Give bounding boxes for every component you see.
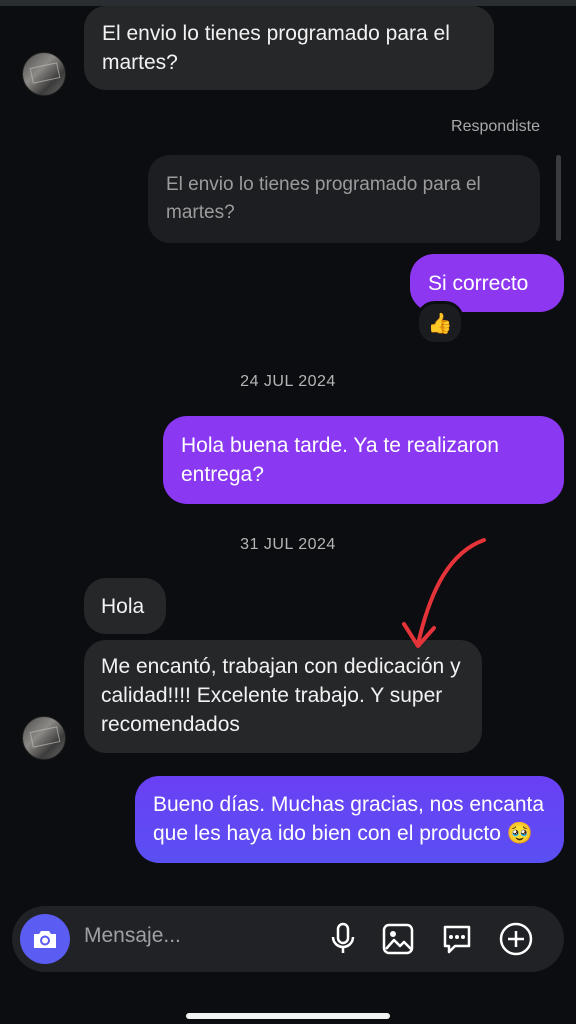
outgoing-message[interactable]: Bueno días. Muchas gracias, nos encanta …: [135, 776, 564, 863]
incoming-message[interactable]: El envio lo tienes programado para el ma…: [84, 6, 494, 90]
contact-avatar[interactable]: [22, 52, 66, 96]
outgoing-message[interactable]: Hola buena tarde. Ya te realizaron entre…: [163, 416, 564, 504]
thumbs-up-icon: 👍: [427, 312, 453, 335]
incoming-message[interactable]: Hola: [84, 578, 166, 634]
replied-label: Respondiste: [451, 118, 540, 135]
annotation-arrow: [402, 538, 486, 648]
gallery-button[interactable]: [381, 922, 415, 956]
thumbs-up-reaction[interactable]: 👍: [416, 301, 464, 345]
gallery-icon: [382, 923, 414, 955]
quoted-message[interactable]: El envio lo tienes programado para el ma…: [148, 155, 540, 243]
sticker-icon: [443, 925, 471, 954]
message-input[interactable]: Mensaje...: [84, 924, 181, 948]
home-indicator[interactable]: [186, 1013, 390, 1019]
plus-button[interactable]: [499, 922, 533, 956]
microphone-button[interactable]: [326, 922, 360, 956]
sticker-button[interactable]: [440, 922, 474, 956]
contact-avatar[interactable]: [22, 716, 66, 760]
message-text: Hola buena tarde. Ya te realizaron entre…: [181, 434, 499, 486]
reply-indicator-bar: [556, 155, 561, 241]
camera-button[interactable]: [20, 914, 70, 964]
message-text: Hola: [101, 595, 145, 618]
message-text: Me encantó, trabajan con dedicación y ca…: [101, 655, 461, 736]
date-separator: 24 JUL 2024: [240, 373, 336, 390]
message-text: Bueno días. Muchas gracias, nos encanta …: [153, 793, 545, 845]
message-composer: Mensaje...: [12, 906, 564, 972]
plus-icon: [499, 922, 533, 956]
quoted-text: El envio lo tienes programado para el ma…: [166, 174, 481, 223]
microphone-icon: [331, 922, 355, 953]
camera-icon: [34, 931, 56, 948]
message-text: El envio lo tienes programado para el ma…: [102, 22, 450, 74]
message-text: Si correcto: [428, 272, 529, 295]
